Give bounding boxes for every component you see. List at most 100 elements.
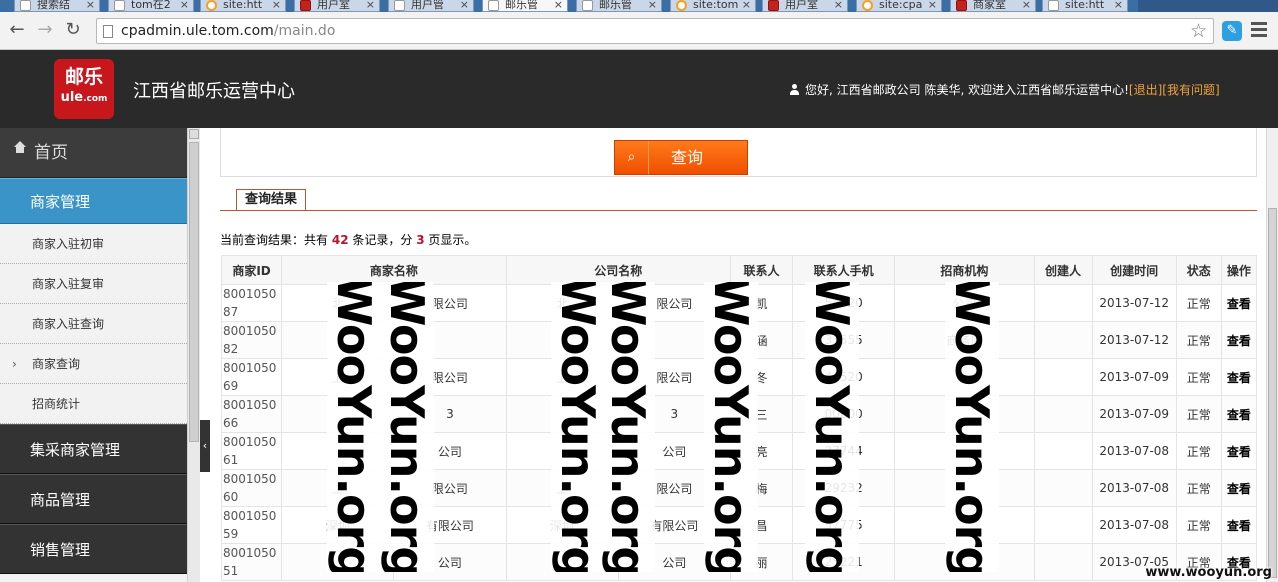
sidebar-item-entry-first-review[interactable]: 商家入驻初审 [0, 224, 187, 264]
page-icon [488, 0, 499, 11]
corner-watermark: www.wooyun.org [1145, 565, 1272, 580]
watermark: WooYun.org [551, 282, 605, 572]
google-icon [862, 0, 873, 11]
view-link[interactable]: 查看 [1220, 284, 1258, 322]
sidebar: 首页 商家管理 商家入驻初审 商家入驻复审 商家入驻查询 › 商家查询 招商统计 … [0, 128, 187, 582]
browser-tab-active[interactable]: 邮乐管 × [482, 0, 568, 12]
sidebar-group-product-management[interactable]: 商品管理 [0, 474, 187, 524]
result-summary: 当前查询结果：共有 42 条记录，分 3 页显示。 [220, 233, 477, 247]
sogou-icon [206, 0, 217, 11]
query-button[interactable]: ⌕ 查询 [614, 140, 748, 175]
close-icon[interactable]: × [1114, 0, 1123, 11]
logout-link[interactable]: [退出] [1129, 83, 1162, 97]
watermark: WooYun.org [945, 282, 999, 572]
menu-icon[interactable] [1251, 22, 1267, 39]
column-header: 创建时间 [1091, 255, 1177, 285]
view-link[interactable]: 查看 [1220, 358, 1258, 396]
browser-tab[interactable]: 商家室 × [950, 0, 1036, 12]
sidebar-item-invest-stats[interactable]: 招商统计 [0, 384, 187, 424]
column-header: 联系人手机 [792, 255, 896, 285]
extension-icon[interactable]: ✎ [1222, 21, 1242, 41]
browser-tab[interactable]: 搜索结 × [14, 0, 100, 12]
scroll-up-icon[interactable] [189, 129, 199, 139]
user-info: 您好, 江西省邮政公司 陈美华, 欢迎进入江西省邮乐运营中心![退出][我有问题… [790, 81, 1220, 98]
help-link[interactable]: [我有问题] [1162, 83, 1219, 97]
close-icon[interactable]: × [648, 0, 657, 11]
scrollbar-thumb[interactable] [1268, 208, 1277, 578]
browser-tab[interactable]: site:htt × [200, 0, 286, 12]
browser-tab[interactable]: site:tom × [670, 0, 756, 12]
page-icon [20, 0, 31, 11]
close-icon[interactable]: × [742, 0, 751, 11]
close-icon[interactable]: × [366, 0, 375, 11]
result-divider [220, 210, 1257, 211]
sidebar-item-entry-query[interactable]: 商家入驻查询 [0, 304, 187, 344]
url-text[interactable]: cpadmin.ule.tom.com/main.do [121, 23, 335, 39]
chevron-right-icon: › [12, 357, 17, 371]
browser-tabstrip: 搜索结 × tom在2 × site:htt × 用户室 × 用户管 × 邮乐管 × 邮乐管… [0, 0, 1278, 12]
ule-logo: 邮乐 ule.com [54, 59, 114, 119]
close-icon[interactable]: × [554, 0, 563, 11]
view-link[interactable]: 查看 [1220, 321, 1258, 359]
sidebar-scrollbar[interactable] [187, 128, 200, 582]
view-link[interactable]: 查看 [1220, 506, 1258, 544]
close-icon[interactable]: × [460, 0, 469, 11]
page-icon [114, 0, 125, 11]
browser-tab[interactable]: 用户室 × [762, 0, 848, 12]
browser-tab[interactable]: 用户室 × [294, 0, 380, 12]
sidebar-group-sales-management[interactable]: 销售管理 [0, 524, 187, 574]
watermark: WooYun.org [704, 282, 758, 572]
address-bar[interactable]: cpadmin.ule.tom.com/main.do ☆ [96, 18, 1214, 44]
welcome-text: 您好, 江西省邮政公司 陈美华, 欢迎进入江西省邮乐运营中心! [805, 83, 1129, 97]
scrollbar-thumb[interactable] [189, 142, 199, 442]
sidebar-item-merchant-query[interactable]: › 商家查询 [0, 344, 187, 384]
back-arrow-icon[interactable]: ← [6, 19, 28, 41]
column-header: 商家名称 [281, 255, 507, 285]
search-icon: ⌕ [615, 141, 649, 174]
site-title: 江西省邮乐运营中心 [133, 81, 295, 102]
sogou-icon [676, 0, 687, 11]
column-header: 公司名称 [505, 255, 731, 285]
browser-tab[interactable]: 用户管 × [388, 0, 474, 12]
view-link[interactable]: 查看 [1220, 432, 1258, 470]
column-header: 商家ID [220, 255, 283, 285]
reload-icon[interactable]: ↻ [62, 19, 84, 41]
main-scrollbar[interactable] [1266, 128, 1278, 582]
window-controls[interactable] [1138, 0, 1278, 12]
column-header: 创建人 [1033, 255, 1093, 285]
browser-tab[interactable]: site:cpa × [856, 0, 942, 12]
sidebar-home[interactable]: 首页 [0, 128, 187, 178]
close-icon[interactable]: × [272, 0, 281, 11]
page-icon [1048, 0, 1059, 11]
close-icon[interactable]: × [834, 0, 843, 11]
watermark: WooYun.org [327, 282, 381, 572]
close-icon[interactable]: × [86, 0, 95, 11]
view-link[interactable]: 查看 [1220, 469, 1258, 507]
forward-arrow-icon[interactable]: → [34, 19, 56, 41]
sidebar-group-merchant-management[interactable]: 商家管理 [0, 178, 187, 224]
sidebar-collapse-button[interactable]: ‹ [200, 420, 210, 472]
user-icon [790, 84, 799, 95]
table-header-row: 商家ID 商家名称 公司名称 联系人 联系人手机 招商机构 创建人 创建时间 状… [220, 255, 1258, 285]
page-icon [394, 0, 405, 11]
column-header: 联系人 [729, 255, 794, 285]
browser-tab[interactable]: tom在2 × [108, 0, 194, 12]
view-link[interactable]: 查看 [1220, 395, 1258, 433]
watermark: WooYun.org [805, 282, 859, 572]
column-header: 操作 [1220, 255, 1258, 285]
close-icon[interactable]: × [180, 0, 189, 11]
page-icon [582, 0, 593, 11]
watermark: WooYun.org [601, 282, 655, 572]
browser-tab[interactable]: 邮乐管 × [576, 0, 662, 12]
bookmark-star-icon[interactable]: ☆ [1190, 20, 1207, 42]
ule-icon [300, 0, 311, 11]
browser-tab[interactable]: site:htt × [1042, 0, 1128, 12]
app-header: 邮乐 ule.com 江西省邮乐运营中心 您好, 江西省邮政公司 陈美华, 欢迎… [0, 50, 1278, 128]
result-tab[interactable]: 查询结果 [236, 189, 307, 210]
sidebar-group-purchasing-merchants[interactable]: 集采商家管理 [0, 424, 187, 474]
sidebar-item-entry-second-review[interactable]: 商家入驻复审 [0, 264, 187, 304]
watermark: WooYun.org [380, 282, 434, 572]
home-icon [14, 141, 26, 158]
close-icon[interactable]: × [928, 0, 937, 11]
close-icon[interactable]: × [1022, 0, 1031, 11]
